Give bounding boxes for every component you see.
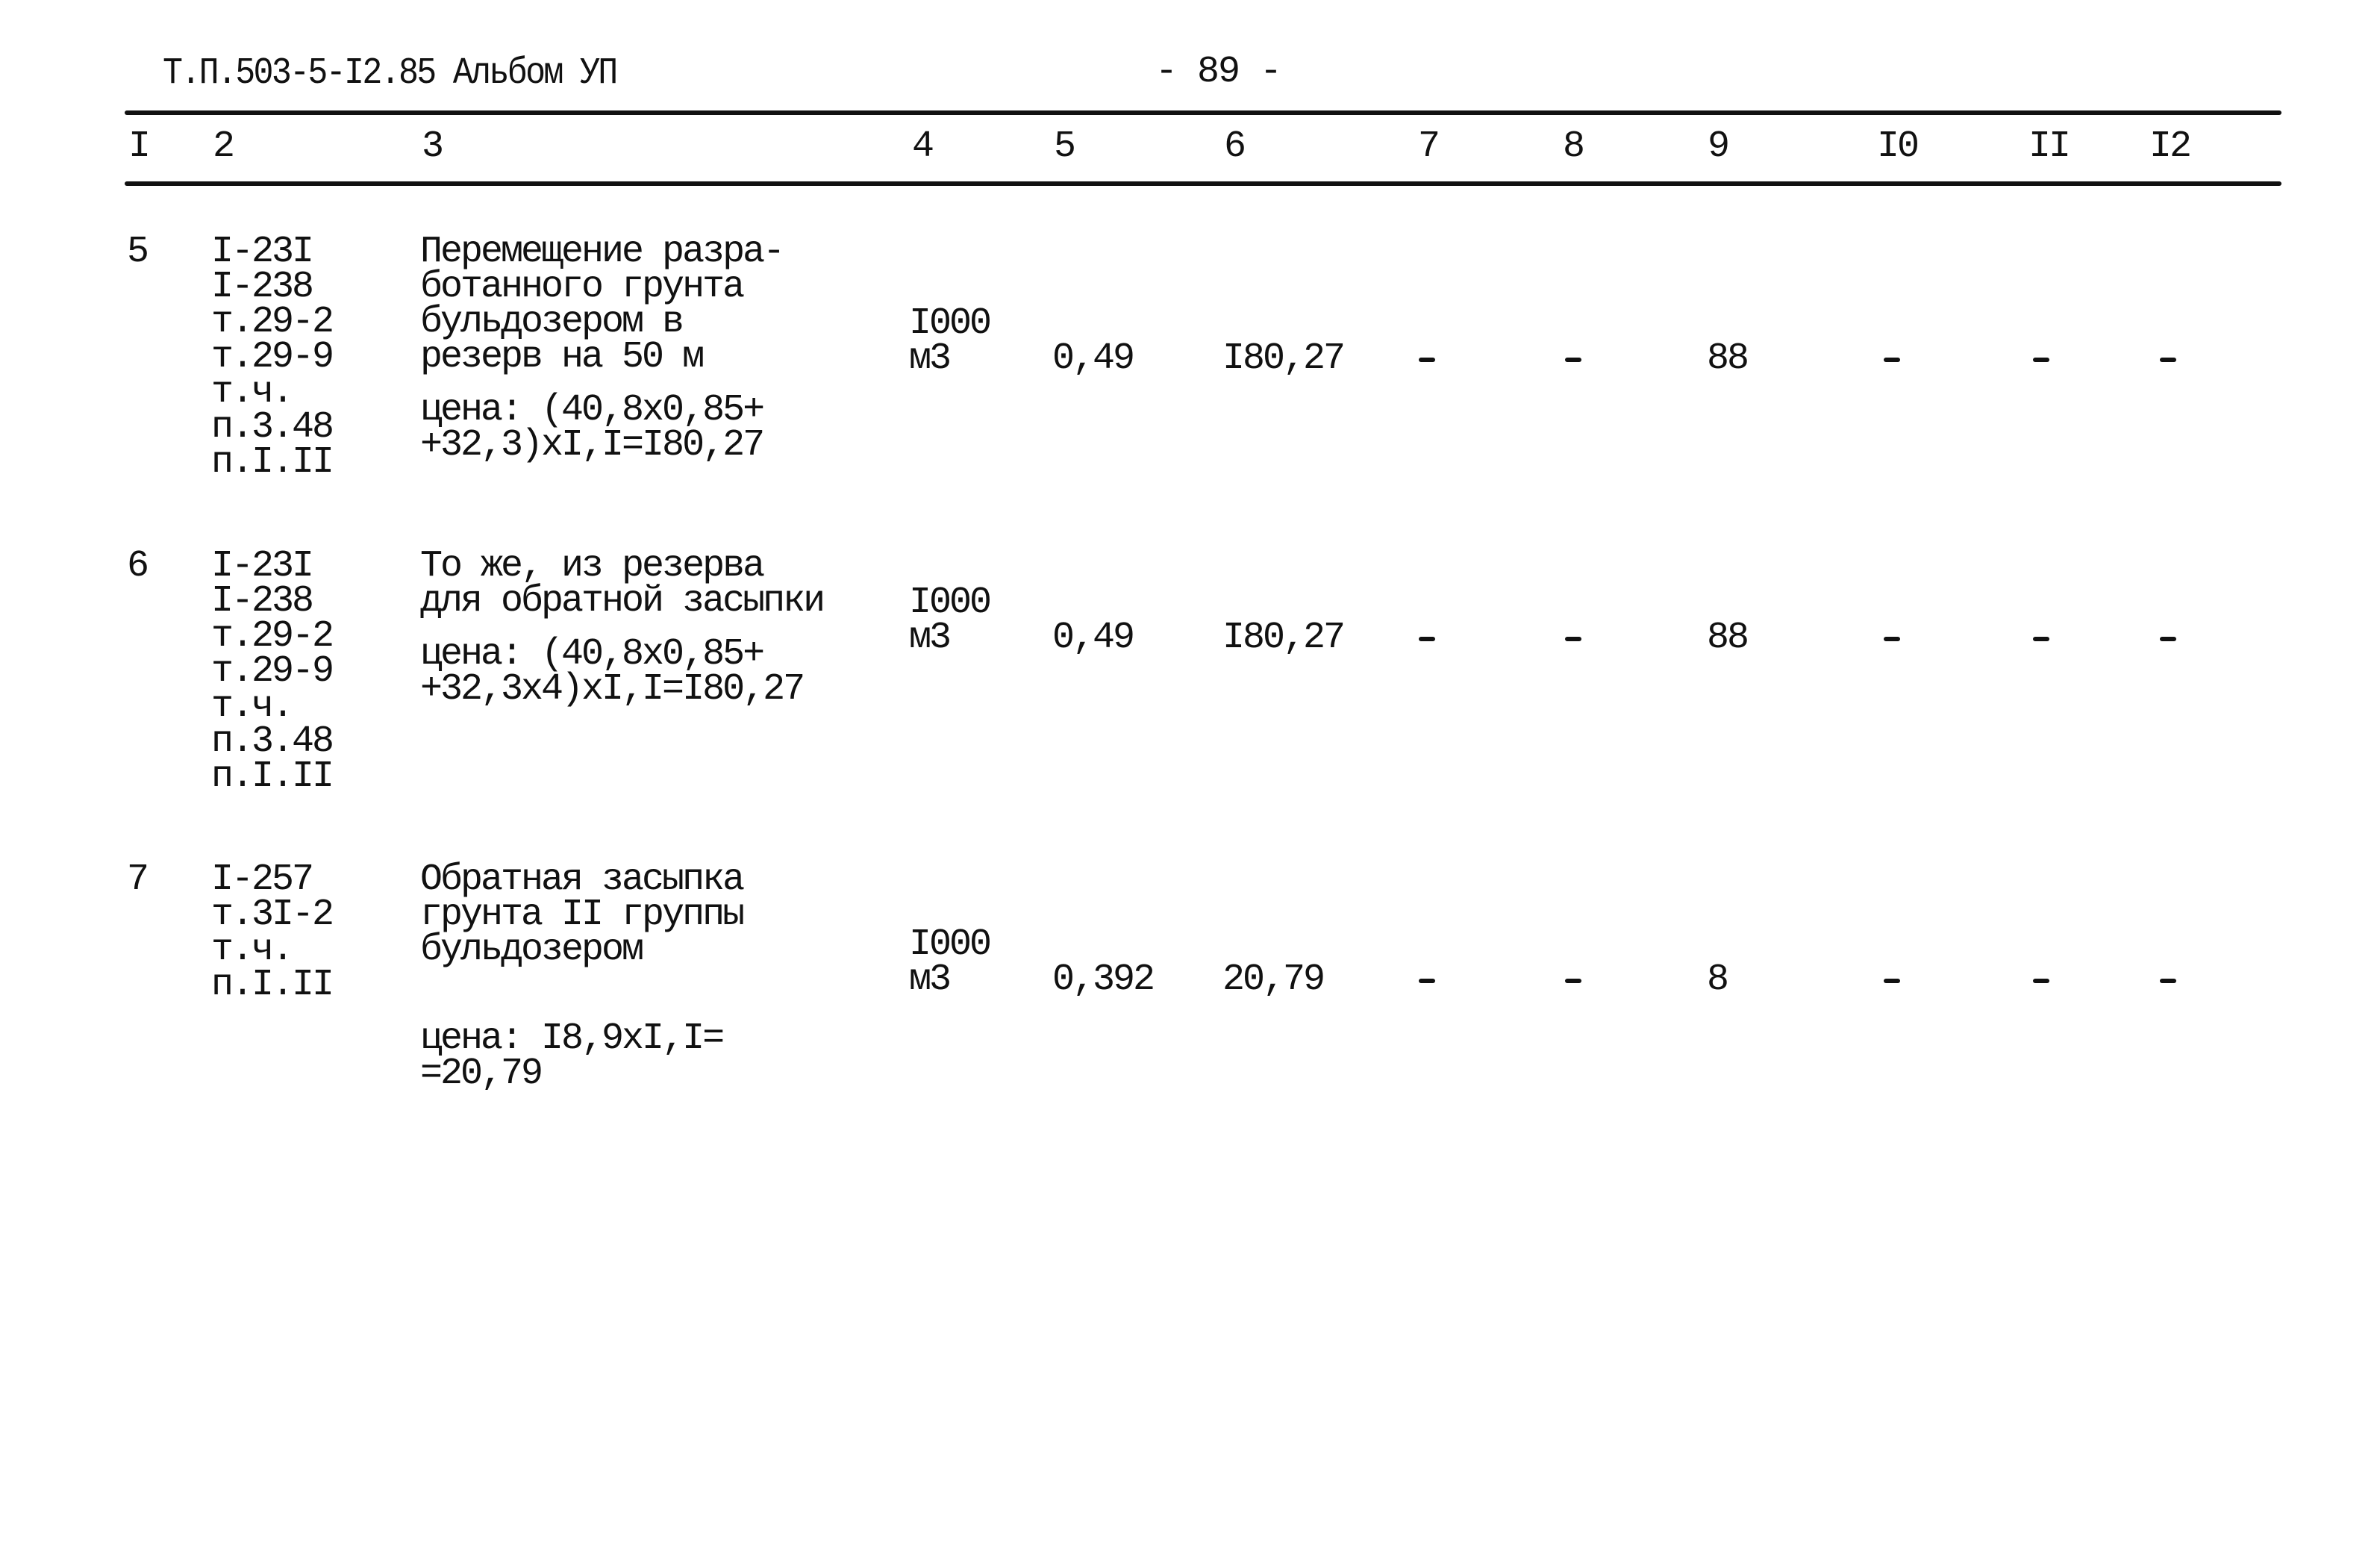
price-calculation-line: +32,3)xI,I=I80,27 <box>420 424 765 467</box>
reference-line: т.29-2 <box>211 301 334 343</box>
description-line: ботанного грунта <box>420 266 745 308</box>
column-header-12: I2 <box>2149 125 2192 168</box>
header-bottom-rule <box>125 181 2281 186</box>
work-description: Обратная засыпка грунта II группы бульдозе… <box>420 858 745 1095</box>
quantity: 0,392 <box>1052 958 1155 1001</box>
row-number: 7 <box>127 858 149 901</box>
empty-value-dash <box>1884 637 1900 641</box>
empty-value-dash <box>1884 979 1900 983</box>
empty-value-dash <box>2160 637 2176 641</box>
reference-codes: I-257 т.3I-2 т.ч. п.I.II <box>211 858 334 1006</box>
empty-value-dash <box>1565 979 1581 983</box>
empty-value-dash <box>1419 358 1435 362</box>
description-line: резерв на 50 м <box>420 336 705 378</box>
description-line: Обратная засыпка <box>420 858 745 901</box>
row-number: 5 <box>127 231 149 273</box>
empty-value-dash <box>2033 637 2049 641</box>
reference-line: п.3.48 <box>211 406 334 449</box>
empty-value-dash <box>1565 358 1581 362</box>
reference-line: I-23I <box>211 231 314 273</box>
description-line: Перемещение разра- <box>420 231 785 273</box>
description-line: для обратной засыпки <box>420 580 825 623</box>
column-header-5: 5 <box>1054 125 1076 168</box>
value-col9: 88 <box>1707 337 1749 380</box>
price-calculation-line: цена: (40,8x0,85+ <box>420 633 765 676</box>
reference-line: I-238 <box>211 266 314 308</box>
reference-line: п.I.II <box>211 441 334 484</box>
column-header-9: 9 <box>1708 125 1730 168</box>
empty-value-dash <box>1884 358 1900 362</box>
empty-value-dash <box>2033 358 2049 362</box>
empty-value-dash <box>1565 637 1581 641</box>
column-header-6: 6 <box>1224 125 1246 168</box>
unit-line: I000 <box>909 923 992 966</box>
reference-line: т.ч. <box>211 929 294 971</box>
reference-line: т.29-9 <box>211 650 334 693</box>
price-calculation-line: цена: I8,9xI,I= <box>420 1017 725 1060</box>
page-number: - 89 - <box>1155 51 1282 93</box>
reference-line: I-23I <box>211 545 314 587</box>
unit-cost: 20,79 <box>1222 958 1325 1001</box>
description-line: грунта II группы <box>420 894 745 936</box>
reference-line: п.I.II <box>211 755 334 798</box>
work-description: Перемещение разра-ботанного грунта бульдо… <box>420 231 785 467</box>
unit-of-measure: I000 м3 <box>909 302 992 380</box>
column-header-11: II <box>2028 125 2071 168</box>
reference-codes: I-23I I-238 т.29-2 т.29-9 т.ч. п.3.48 п.I.II <box>211 545 334 798</box>
description-line: бульдозером <box>420 929 644 971</box>
quantity: 0,49 <box>1052 617 1135 659</box>
empty-value-dash <box>1419 979 1435 983</box>
unit-of-measure: I000 м3 <box>909 923 992 1001</box>
reference-line: т.29-2 <box>211 615 334 658</box>
column-header-2: 2 <box>213 125 235 168</box>
unit-cost: I80,27 <box>1222 617 1346 659</box>
reference-line: т.3I-2 <box>211 894 334 936</box>
description-line: бульдозером в <box>420 301 684 343</box>
unit-cost: I80,27 <box>1222 337 1346 380</box>
reference-line: т.29-9 <box>211 336 334 378</box>
price-calculation-line: =20,79 <box>420 1053 543 1095</box>
unit-line: I000 <box>909 302 992 345</box>
reference-line: п.I.II <box>211 964 334 1006</box>
quantity: 0,49 <box>1052 337 1135 380</box>
column-header-10: I0 <box>1877 125 1920 168</box>
description-line: То же, из резерва <box>420 545 765 587</box>
column-header-1: I <box>128 125 151 168</box>
reference-line: I-238 <box>211 580 314 623</box>
reference-line: п.3.48 <box>211 720 334 763</box>
unit-line: м3 <box>909 337 952 380</box>
column-header-4: 4 <box>912 125 934 168</box>
column-header-8: 8 <box>1563 125 1585 168</box>
reference-codes: I-23I I-238 т.29-2 т.29-9 т.ч. п.3.48 п.I.II <box>211 231 334 484</box>
work-description: То же, из резерва для обратной засыпки цен… <box>420 545 825 711</box>
value-col9: 88 <box>1707 617 1749 659</box>
unit-line: м3 <box>909 617 952 659</box>
row-number: 6 <box>127 545 149 587</box>
header-top-rule <box>125 110 2281 115</box>
empty-value-dash <box>2033 979 2049 983</box>
price-calculation-line: цена: (40,8x0,85+ <box>420 389 765 431</box>
unit-line: I000 <box>909 582 992 624</box>
unit-of-measure: I000 м3 <box>909 582 992 659</box>
value-col9: 8 <box>1707 958 1729 1001</box>
document-code: Т.П.503-5-I2.85 Альбом УП <box>163 52 618 95</box>
document-page: Т.П.503-5-I2.85 Альбом УП - 89 - I 2 3 4… <box>0 0 2380 1543</box>
reference-line: т.ч. <box>211 685 294 728</box>
price-calculation-line: +32,3x4)xI,I=I80,27 <box>420 668 805 711</box>
reference-line: I-257 <box>211 858 314 901</box>
empty-value-dash <box>2160 358 2176 362</box>
column-header-7: 7 <box>1418 125 1440 168</box>
empty-value-dash <box>1419 637 1435 641</box>
unit-line: м3 <box>909 958 952 1001</box>
empty-value-dash <box>2160 979 2176 983</box>
column-header-3: 3 <box>422 125 444 168</box>
reference-line: т.ч. <box>211 371 294 414</box>
